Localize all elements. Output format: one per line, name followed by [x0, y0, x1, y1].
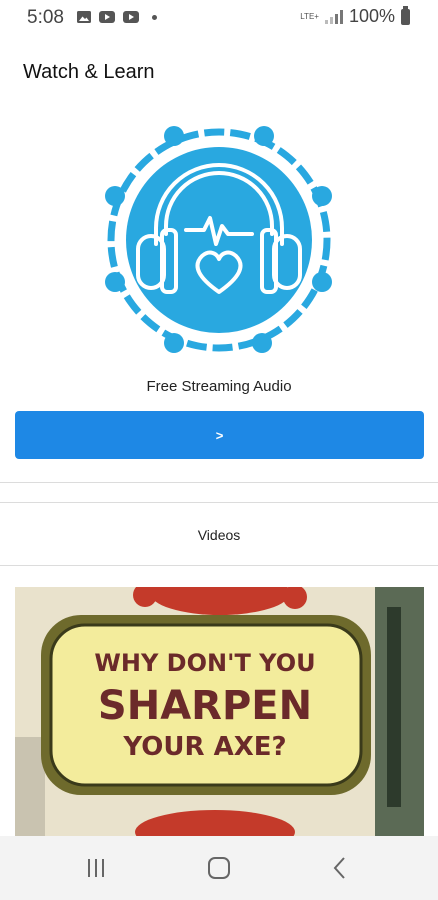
- back-button[interactable]: [320, 852, 360, 884]
- divider: [0, 565, 438, 566]
- thumbnail-text-line-1: WHY DON'T YOU: [94, 649, 315, 677]
- recent-apps-icon: [88, 859, 104, 877]
- network-type-label: LTE+: [300, 11, 319, 21]
- status-notification-icons: [76, 10, 157, 24]
- thumbnail-text-line-2: SHARPEN: [98, 683, 312, 729]
- audio-caption: Free Streaming Audio: [146, 378, 292, 395]
- video-thumbnail-art: WHY DON'T YOU SHARPEN YOUR AXE?: [15, 587, 424, 836]
- status-system-icons: LTE+ 100%: [300, 5, 410, 27]
- battery-percent: 100%: [348, 6, 395, 26]
- home-button[interactable]: [199, 852, 239, 884]
- system-nav-bar: [0, 836, 438, 900]
- youtube-icon: [99, 11, 115, 23]
- youtube-icon: [123, 11, 139, 23]
- videos-section-label: Videos: [197, 527, 241, 543]
- page-title: Watch & Learn: [23, 61, 155, 83]
- status-bar: 5:08 LTE+ 100%: [0, 0, 438, 36]
- thumbnail-text-line-3: YOUR AXE?: [122, 732, 286, 762]
- headphones-heart-logo-icon: [105, 126, 332, 353]
- video-thumbnail[interactable]: WHY DON'T YOU SHARPEN YOUR AXE?: [15, 587, 424, 836]
- recent-apps-button[interactable]: [76, 852, 116, 884]
- signal-icon: [324, 9, 343, 24]
- play-audio-button[interactable]: >: [15, 411, 424, 459]
- divider: [0, 482, 438, 483]
- status-time: 5:08: [27, 7, 64, 28]
- notification-dot-icon: [152, 14, 157, 20]
- battery-icon: [401, 5, 410, 25]
- home-icon: [208, 857, 230, 879]
- back-icon: [333, 857, 345, 879]
- divider: [0, 502, 438, 503]
- gallery-icon: [77, 11, 91, 23]
